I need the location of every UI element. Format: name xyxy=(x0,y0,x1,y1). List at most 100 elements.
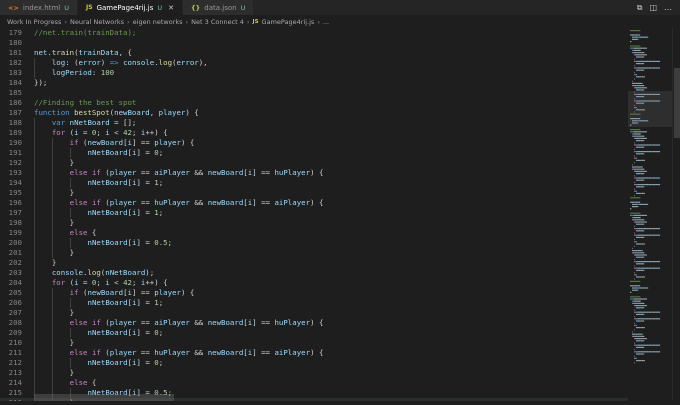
indent-guide xyxy=(51,168,53,178)
minimap-token xyxy=(638,85,640,87)
minimap-token xyxy=(638,67,641,69)
code-line[interactable]: 197 nNetBoard[i] = 1; xyxy=(0,208,628,218)
minimap-token xyxy=(641,52,643,54)
code-line[interactable]: 207} xyxy=(0,308,628,318)
code-line[interactable]: 193 else if (player == aiPlayer && newBoa… xyxy=(0,168,628,178)
minimap-token xyxy=(646,261,649,263)
scrollbar-thumb[interactable] xyxy=(674,68,680,138)
code-line[interactable]: 185 xyxy=(0,88,628,98)
minimap-token xyxy=(641,223,644,225)
code-line[interactable]: 210} xyxy=(0,338,628,348)
vertical-scrollbar[interactable] xyxy=(672,28,680,401)
tab-gamepage4rij-js[interactable]: JS GamePage4rij.js U ✕ xyxy=(78,0,184,15)
code-line[interactable]: 195} xyxy=(0,188,628,198)
code-token: ; xyxy=(158,358,164,367)
line-code: else { xyxy=(70,378,97,388)
tab-index-html[interactable]: <> index.html U xyxy=(0,0,78,15)
minimap-token xyxy=(642,351,647,353)
minimap-token xyxy=(646,311,649,313)
indent-guide xyxy=(34,158,35,168)
code-line[interactable]: 192} xyxy=(0,158,628,168)
code-line[interactable]: 200 nNetBoard[i] = 0.5; xyxy=(0,238,628,248)
minimap-token xyxy=(638,219,640,221)
code-line[interactable]: 214 else { xyxy=(0,378,628,388)
code-token: newBoard xyxy=(87,138,124,147)
split-diff-icon[interactable]: ⧉ xyxy=(637,3,643,13)
minimap-token xyxy=(634,357,636,359)
minimap-token xyxy=(652,177,656,179)
minimap-token xyxy=(652,344,656,346)
code-line[interactable]: 209 nNetBoard[i] = 0; xyxy=(0,328,628,338)
code-line[interactable]: 202} xyxy=(0,258,628,268)
code-line[interactable]: 194 nNetBoard[i] = 1; xyxy=(0,178,628,188)
split-editor-icon[interactable]: ◫ xyxy=(649,3,657,12)
minimap-token xyxy=(640,52,642,54)
code-token: trainData xyxy=(78,48,119,57)
code-line[interactable]: 198} xyxy=(0,218,628,228)
code-line[interactable]: 180 xyxy=(0,38,628,48)
code-line[interactable]: 196 else if (player == huPlayer && newBoa… xyxy=(0,198,628,208)
minimap-token xyxy=(642,221,646,223)
code-line[interactable]: 212 nNetBoard[i] = 0; xyxy=(0,358,628,368)
code-line[interactable]: 187 function bestSpot(newBoard, player) { xyxy=(0,108,628,118)
code-line[interactable]: 179 //net.train(trainData); xyxy=(0,28,628,38)
minimap-token xyxy=(634,219,635,221)
code-line[interactable]: 213} xyxy=(0,368,628,378)
code-token: ( xyxy=(100,318,110,327)
code-line[interactable]: 211 else if (player == huPlayer && newBoa… xyxy=(0,348,628,358)
minimap-token xyxy=(634,285,635,287)
code-line[interactable]: 182 log: (error) => console.log(error), xyxy=(0,58,628,68)
minimap-token xyxy=(630,131,634,133)
code-line[interactable]: 186 //Finding the best spot xyxy=(0,98,628,108)
minimap-token xyxy=(640,186,642,188)
minimap[interactable] xyxy=(628,28,672,401)
code-line[interactable]: 204 for (i = 0; i < 42; i++) { xyxy=(0,278,628,288)
minimap-token xyxy=(640,153,642,155)
close-icon[interactable]: ✕ xyxy=(168,4,174,12)
code-line[interactable]: 208 else if (player == aiPlayer && newBoa… xyxy=(0,318,628,328)
minimap-token xyxy=(658,318,661,320)
code-line[interactable]: 205 if (newBoard[i] == player) { xyxy=(0,288,628,298)
code-token: ] == xyxy=(132,288,155,297)
code-editor[interactable]: 179 //net.train(trainData); 180 181 net.trai… xyxy=(0,28,628,401)
code-line[interactable]: 206 nNetBoard[i] = 1; xyxy=(0,298,628,308)
minimap-token xyxy=(640,320,641,322)
code-line[interactable]: 188 var nNetBoard = []; xyxy=(0,118,628,128)
code-line[interactable]: 201} xyxy=(0,248,628,258)
minimap-token xyxy=(655,60,659,62)
breadcrumb-file[interactable]: GamePage4rij.js xyxy=(262,18,315,26)
minimap-token xyxy=(638,203,640,205)
code-line[interactable]: 203 console.log(nNetBoard); xyxy=(0,268,628,278)
code-line[interactable]: 189 for (i = 0; i < 42; i++) { xyxy=(0,128,628,138)
minimap-token xyxy=(640,87,643,89)
minimap-token xyxy=(642,36,644,38)
code-token: ) { xyxy=(310,318,324,327)
tab-data-json[interactable]: {} data.json U xyxy=(183,0,255,15)
minimap-slider[interactable] xyxy=(628,91,672,127)
minimap-token xyxy=(658,228,661,230)
minimap-token xyxy=(634,177,636,179)
breadcrumb-item[interactable]: Net 3 Connect 4 xyxy=(191,18,244,26)
breadcrumb-item[interactable]: Neural Networks xyxy=(70,18,124,26)
breadcrumb-item[interactable]: eigen networks xyxy=(133,18,183,26)
more-actions-icon[interactable]: … xyxy=(664,3,672,12)
indent-guide xyxy=(51,358,53,368)
breadcrumb-symbol[interactable]: ... xyxy=(323,18,329,26)
code-line[interactable]: 183 logPeriod: 100 xyxy=(0,68,628,78)
indent-guide xyxy=(51,148,53,158)
horizontal-scrollbar-thumb[interactable] xyxy=(34,394,174,401)
indent-guide xyxy=(34,338,35,348)
minimap-token xyxy=(634,335,637,337)
breadcrumb-item[interactable]: Work In Progress xyxy=(7,18,61,26)
minimap-token xyxy=(642,254,646,256)
line-number: 195 xyxy=(8,188,22,197)
code-line[interactable]: 184}); xyxy=(0,78,628,88)
code-line[interactable]: 190 if (newBoard[i] == player) { xyxy=(0,138,628,148)
code-line[interactable]: 191 nNetBoard[i] = 0; xyxy=(0,148,628,158)
line-code: else { xyxy=(70,228,97,238)
code-token: if xyxy=(91,318,101,327)
code-line[interactable]: 181 net.train(trainData, { xyxy=(0,48,628,58)
minimap-token xyxy=(643,192,645,194)
code-line[interactable]: 199 else { xyxy=(0,228,628,238)
line-code: console.log(nNetBoard); xyxy=(52,268,154,278)
